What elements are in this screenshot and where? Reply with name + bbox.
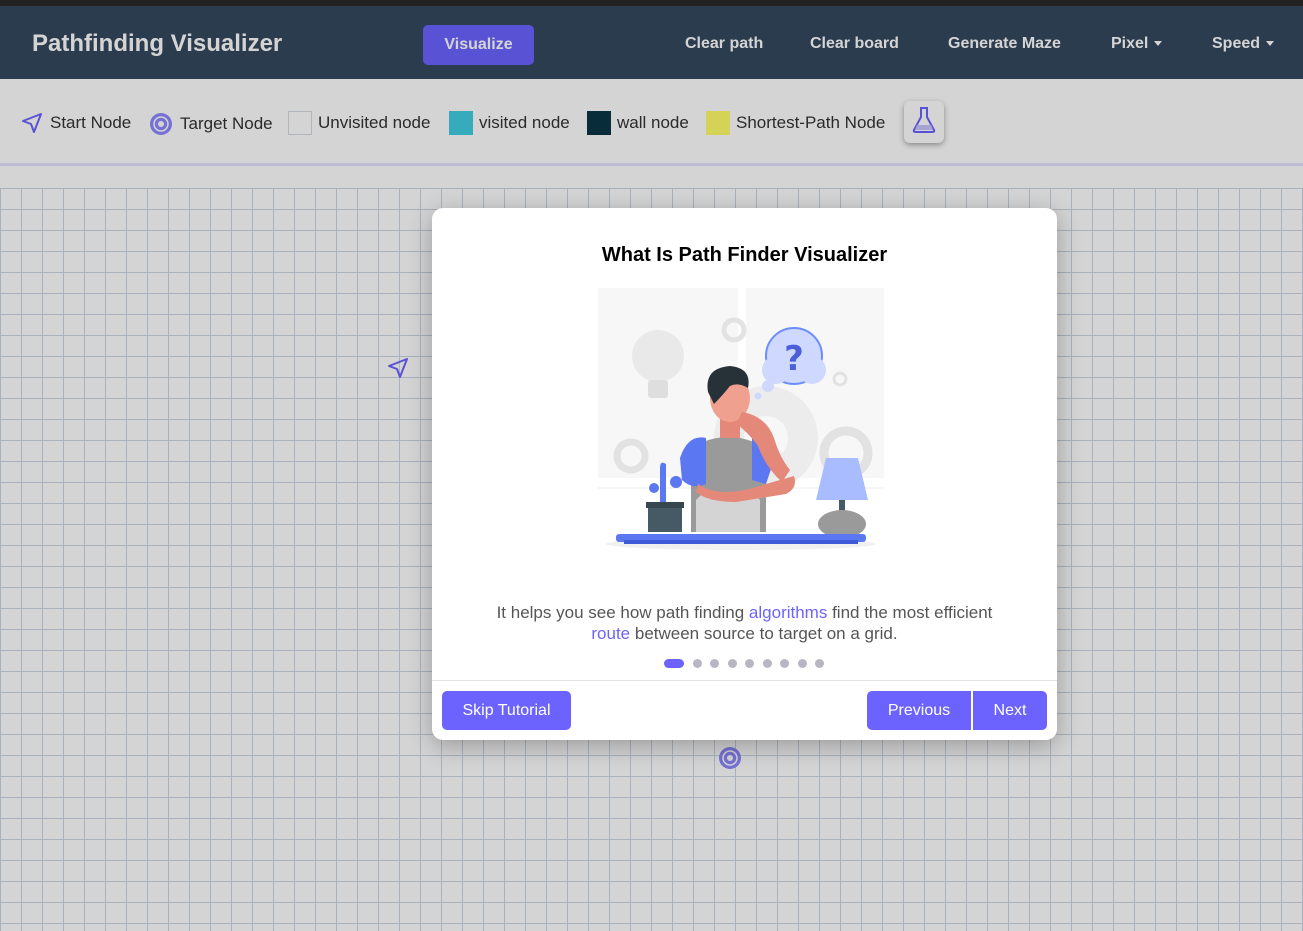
highlight-route: route [591, 624, 631, 643]
tutorial-title: What Is Path Finder Visualizer [601, 244, 888, 266]
step-dot[interactable] [727, 658, 737, 668]
step-dot[interactable] [797, 658, 807, 668]
step-dot[interactable] [692, 658, 702, 668]
svg-text:?: ? [784, 339, 804, 379]
skip-tutorial-button[interactable]: Skip Tutorial [442, 691, 571, 730]
text-part3: between source to target on a grid. [630, 624, 898, 643]
step-dot-active[interactable] [664, 658, 684, 668]
step-dot[interactable] [780, 658, 789, 668]
step-dot[interactable] [815, 658, 824, 668]
step-dot[interactable] [762, 658, 772, 668]
highlight-algorithms: algorithms [748, 603, 828, 622]
tutorial-modal: What Is Path Finder Visualizer ? It help… [432, 208, 1057, 740]
text-part1: It helps you see how path finding [496, 603, 749, 622]
step-dot[interactable] [745, 658, 754, 668]
thinking-person-illustration: ? [598, 288, 884, 550]
tutorial-description: It helps you see how path finding algori… [472, 602, 1017, 644]
next-button[interactable]: Next [973, 691, 1047, 730]
text-part2: find the most efficient [827, 603, 993, 622]
step-indicator [664, 657, 833, 669]
previous-button[interactable]: Previous [867, 691, 971, 730]
step-dot[interactable] [710, 658, 719, 668]
modal-divider [432, 680, 1057, 681]
